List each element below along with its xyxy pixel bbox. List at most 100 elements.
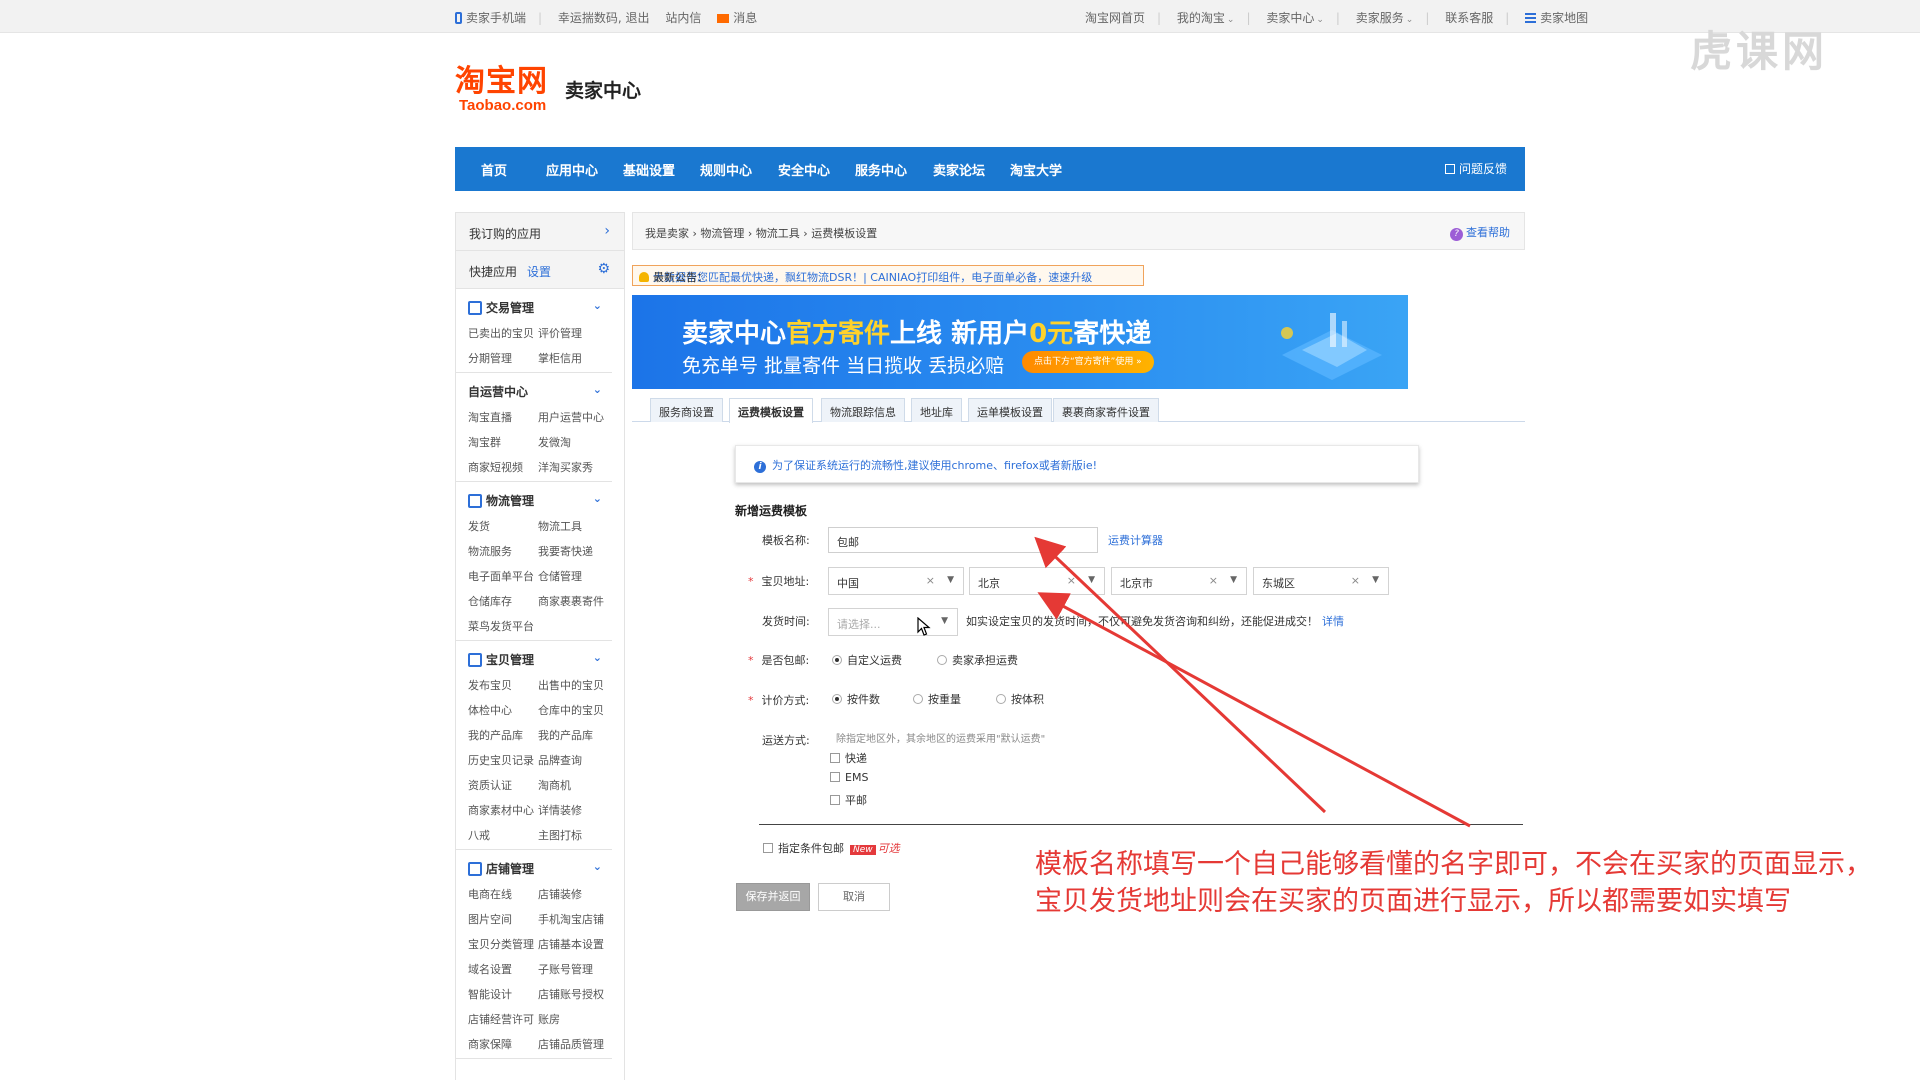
sidebar-link[interactable]: 发微淘: [538, 434, 608, 450]
ship-time-detail-link[interactable]: 详情: [1322, 615, 1344, 628]
sidebar-link[interactable]: 我的产品库: [468, 727, 538, 743]
taobao-logo[interactable]: 淘宝网 Taobao.com: [455, 66, 548, 114]
sidebar-link[interactable]: 商家保障: [468, 1036, 538, 1052]
user-logout-link[interactable]: 幸运揣数码, 退出: [558, 11, 650, 25]
contact-service-link[interactable]: 联系客服: [1445, 11, 1493, 25]
sidebar-link[interactable]: 掌柜信用: [538, 350, 608, 366]
freight-calculator-link[interactable]: 运费计算器: [1108, 532, 1163, 548]
country-select[interactable]: 中国 × ▼: [828, 567, 964, 595]
chevron-down-icon[interactable]: ⌄: [593, 299, 602, 312]
sidebar-link[interactable]: 域名设置: [468, 961, 538, 977]
radio-by-count[interactable]: 按件数: [832, 691, 880, 707]
clear-icon[interactable]: ×: [1209, 574, 1218, 587]
sidebar-section-header[interactable]: 店铺管理 ⌄: [468, 860, 602, 880]
checkbox-surface-mail[interactable]: 平邮: [830, 792, 867, 808]
save-return-button[interactable]: 保存并返回: [736, 883, 810, 911]
sidebar-link[interactable]: 洋淘买家秀: [538, 459, 608, 475]
sidebar-link[interactable]: 资质认证: [468, 777, 538, 793]
sidebar-link[interactable]: 淘商机: [538, 777, 608, 793]
sidebar-link[interactable]: 评价管理: [538, 325, 608, 341]
sidebar-link[interactable]: 商家素材中心: [468, 802, 538, 818]
sidebar-link[interactable]: 店铺经营许可: [468, 1011, 538, 1027]
sidebar-link[interactable]: 出售中的宝贝: [538, 677, 608, 693]
sidebar-link[interactable]: 图片空间: [468, 911, 538, 927]
chevron-down-icon[interactable]: ⌄: [593, 492, 602, 505]
sidebar-section-header[interactable]: 物流管理 ⌄: [468, 492, 602, 512]
nav-service-center[interactable]: 服务中心: [855, 160, 907, 179]
crumb-seller[interactable]: 我是卖家: [645, 227, 689, 240]
chevron-down-icon[interactable]: ⌄: [593, 860, 602, 873]
feedback-link[interactable]: 问题反馈: [1444, 160, 1507, 177]
sidebar-link[interactable]: 店铺账号授权: [538, 986, 608, 1002]
district-select[interactable]: 东城区 × ▼: [1253, 567, 1389, 595]
crumb-logistics-tools[interactable]: 物流工具: [756, 227, 800, 240]
sidebar-link[interactable]: 物流服务: [468, 543, 538, 559]
promo-banner[interactable]: 卖家中心官方寄件上线 新用户0元寄快递 免充单号 批量寄件 当日揽收 丢损必赔 …: [632, 295, 1408, 389]
sidebar-link[interactable]: 店铺装修: [538, 886, 608, 902]
sidebar-link[interactable]: 宝贝分类管理: [468, 936, 538, 952]
ship-time-select[interactable]: 请选择... ▼: [828, 608, 958, 636]
sidebar-link[interactable]: 子账号管理: [538, 961, 608, 977]
sidebar-section-header[interactable]: 宝贝管理 ⌄: [468, 651, 602, 671]
sidebar-link[interactable]: 手机淘宝店铺: [538, 911, 608, 927]
announcement-text[interactable]: 大数据帮您匹配最优快递，飘红物流DSR！| CAINIAO打印组件，电子面单必备…: [653, 271, 1092, 284]
sidebar-link[interactable]: 已卖出的宝贝: [468, 325, 538, 341]
cancel-button[interactable]: 取消: [818, 883, 890, 911]
nav-app-center[interactable]: 应用中心: [546, 160, 598, 179]
sidebar-link[interactable]: 商家短视频: [468, 459, 538, 475]
clear-icon[interactable]: ×: [1067, 574, 1076, 587]
checkbox-conditional-free[interactable]: 指定条件包邮 New 可选: [763, 840, 900, 856]
nav-basic-settings[interactable]: 基础设置: [623, 160, 675, 179]
seller-service-menu[interactable]: 卖家服务 ⌄: [1356, 11, 1414, 25]
checkbox-express[interactable]: 快递: [830, 750, 867, 766]
nav-seller-forum[interactable]: 卖家论坛: [933, 160, 985, 179]
banner-cta-button[interactable]: 点击下方“官方寄件”使用 »: [1022, 351, 1154, 373]
sidebar-link[interactable]: 智能设计: [468, 986, 538, 1002]
seller-mobile-link[interactable]: 卖家手机端: [455, 11, 526, 25]
sidebar-link[interactable]: 用户运营中心: [538, 409, 608, 425]
sidebar-section-header[interactable]: 交易管理 ⌄: [468, 299, 602, 319]
sidebar-link[interactable]: 分期管理: [468, 350, 538, 366]
province-select[interactable]: 北京 × ▼: [969, 567, 1105, 595]
sidebar-link[interactable]: 发货: [468, 518, 538, 534]
inbox-link[interactable]: 站内信: [665, 11, 701, 25]
sidebar-link[interactable]: 详情装修: [538, 802, 608, 818]
messages-link[interactable]: 消息: [717, 11, 757, 25]
crumb-logistics[interactable]: 物流管理: [700, 227, 744, 240]
sidebar-link[interactable]: 电子面单平台: [468, 568, 538, 584]
sidebar-link[interactable]: 我要寄快递: [538, 543, 608, 559]
help-link[interactable]: ? 查看帮助: [1450, 224, 1510, 241]
chevron-down-icon[interactable]: ⌄: [593, 383, 602, 396]
radio-by-volume[interactable]: 按体积: [996, 691, 1044, 707]
nav-security-center[interactable]: 安全中心: [778, 160, 830, 179]
sidebar-link[interactable]: 八戒: [468, 827, 538, 843]
nav-taobao-university[interactable]: 淘宝大学: [1010, 160, 1062, 179]
clear-icon[interactable]: ×: [1351, 574, 1360, 587]
sidebar-link[interactable]: 店铺基本设置: [538, 936, 608, 952]
tab-waybill-template[interactable]: 运单模板设置: [968, 398, 1052, 422]
seller-map-link[interactable]: 卖家地图: [1525, 11, 1588, 25]
sidebar-link[interactable]: 品牌查询: [538, 752, 608, 768]
nav-rule-center[interactable]: 规则中心: [700, 160, 752, 179]
radio-seller-pays[interactable]: 卖家承担运费: [937, 652, 1018, 668]
clear-icon[interactable]: ×: [926, 574, 935, 587]
my-taobao-menu[interactable]: 我的淘宝 ⌄: [1177, 11, 1235, 25]
template-name-input[interactable]: 包邮: [828, 527, 1098, 553]
sidebar-link[interactable]: 发布宝贝: [468, 677, 538, 693]
sidebar-section-header[interactable]: 自运营中心 ⌄: [468, 383, 602, 403]
seller-center-menu[interactable]: 卖家中心 ⌄: [1266, 11, 1324, 25]
tab-address-library[interactable]: 地址库: [911, 398, 962, 422]
city-select[interactable]: 北京市 × ▼: [1111, 567, 1247, 595]
sidebar-link[interactable]: 物流工具: [538, 518, 608, 534]
sidebar-link[interactable]: 淘宝群: [468, 434, 538, 450]
announcement-bar[interactable]: 最新公告： 大数据帮您匹配最优快递，飘红物流DSR！| CAINIAO打印组件，电…: [632, 265, 1144, 286]
subscribed-apps[interactable]: 我订购的应用 ›: [456, 213, 624, 251]
sidebar-link[interactable]: 仓储库存: [468, 593, 538, 609]
radio-by-weight[interactable]: 按重量: [913, 691, 961, 707]
sidebar-link[interactable]: 我的产品库: [538, 727, 608, 743]
tab-shipping-template[interactable]: 运费模板设置: [729, 398, 813, 423]
checkbox-ems[interactable]: EMS: [830, 771, 868, 784]
sidebar-link[interactable]: 店铺品质管理: [538, 1036, 608, 1052]
sidebar-link[interactable]: 仓储管理: [538, 568, 608, 584]
sidebar-link[interactable]: 电商在线: [468, 886, 538, 902]
